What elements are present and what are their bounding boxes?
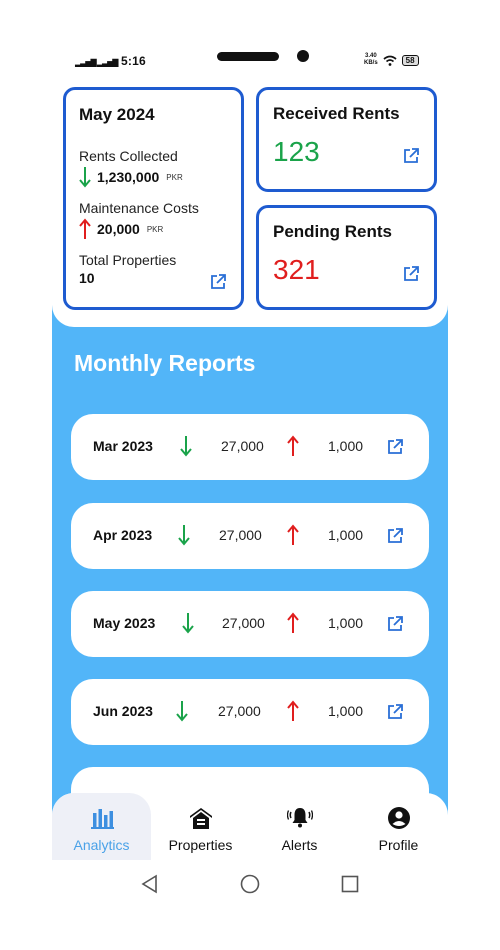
notch [217, 52, 279, 61]
nav-label: Profile [378, 837, 419, 853]
wifi-icon [383, 55, 397, 66]
summary-title: May 2024 [79, 105, 155, 124]
report-income: 27,000 [219, 527, 262, 543]
network-speed: 3.40 KB/s [364, 53, 378, 66]
received-rents-title: Received Rents [273, 104, 400, 123]
pending-rents-title: Pending Rents [273, 222, 393, 241]
report-month: Jun 2023 [93, 703, 153, 719]
status-right: 3.40 KB/s 58 [364, 53, 419, 67]
arrow-up-icon [79, 218, 91, 239]
recents-icon[interactable] [340, 874, 360, 894]
report-month: Mar 2023 [93, 438, 153, 454]
arrow-up-icon [287, 524, 299, 545]
pending-rents-count: 321 [273, 254, 320, 285]
arrow-up-icon [287, 435, 299, 456]
report-row[interactable]: Apr 2023 27,000 1,000 [71, 503, 429, 569]
nav-alerts[interactable]: Alerts [250, 793, 349, 860]
battery-indicator: 58 [401, 54, 419, 66]
user-circle-icon [387, 807, 410, 829]
report-expense: 1,000 [328, 703, 364, 719]
bottom-navigation: Analytics Properties Alerts Profile [52, 793, 448, 860]
status-time: ▂▃▅▇ ▂▃▅▇ 5:16 [75, 54, 146, 68]
status-bar: ▂▃▅▇ ▂▃▅▇ 5:16 3.40 KB/s 58 [0, 0, 500, 80]
bell-icon [286, 808, 313, 828]
report-expense: 1,000 [328, 438, 364, 454]
received-rents-card[interactable]: Received Rents 123 [256, 87, 437, 192]
currency-unit: PKR [146, 224, 164, 234]
open-external-icon[interactable] [386, 438, 404, 456]
total-properties-value: 10 [79, 270, 95, 286]
arrow-down-icon [182, 613, 194, 634]
open-external-icon[interactable] [402, 265, 420, 283]
house-icon [189, 808, 212, 829]
total-properties-label: Total Properties [79, 252, 177, 268]
monthly-summary-card[interactable]: May 2024 Rents Collected 1,230,000 PKR M… [63, 87, 244, 310]
report-expense: 1,000 [328, 615, 364, 631]
arrow-down-icon [178, 525, 190, 546]
maintenance-label: Maintenance Costs [79, 200, 199, 216]
nav-label: Properties [168, 837, 233, 853]
open-external-icon[interactable] [402, 147, 420, 165]
arrow-down-icon [176, 701, 188, 722]
nav-analytics[interactable]: Analytics [52, 793, 151, 860]
rents-collected-value: 1,230,000 [97, 169, 160, 185]
report-income: 27,000 [221, 438, 264, 454]
open-external-icon[interactable] [386, 527, 404, 545]
maintenance-row: 20,000 PKR [79, 218, 228, 240]
open-external-icon[interactable] [386, 615, 404, 633]
rents-collected-row: 1,230,000 PKR [79, 166, 228, 188]
home-icon[interactable] [240, 874, 260, 894]
arrow-up-icon [287, 700, 299, 721]
maintenance-value: 20,000 [97, 221, 140, 237]
report-month: Apr 2023 [93, 527, 153, 543]
report-row[interactable]: Mar 2023 27,000 1,000 [71, 414, 429, 480]
report-income: 27,000 [218, 703, 261, 719]
received-rents-count: 123 [273, 136, 320, 167]
arrow-up-icon [287, 612, 299, 633]
system-navigation-bar [0, 860, 500, 950]
arrow-down-icon [180, 436, 192, 457]
report-expense: 1,000 [328, 527, 364, 543]
nav-label: Analytics [73, 837, 130, 853]
bar-chart-icon [90, 809, 114, 829]
back-icon[interactable] [140, 874, 160, 894]
report-month: May 2023 [93, 615, 156, 631]
report-income: 27,000 [222, 615, 265, 631]
rents-collected-label: Rents Collected [79, 148, 178, 164]
report-row[interactable]: Jun 2023 27,000 1,000 [71, 679, 429, 745]
monthly-reports-title: Monthly Reports [74, 350, 256, 376]
report-row[interactable]: May 2023 27,000 1,000 [71, 591, 429, 657]
nav-label: Alerts [281, 837, 318, 853]
open-external-icon[interactable] [386, 703, 404, 721]
currency-unit: PKR [166, 172, 183, 182]
nav-profile[interactable]: Profile [349, 793, 448, 860]
pending-rents-card[interactable]: Pending Rents 321 [256, 205, 437, 310]
open-external-icon[interactable] [209, 273, 227, 291]
nav-properties[interactable]: Properties [151, 793, 250, 860]
arrow-down-icon [79, 167, 91, 188]
camera-dot [297, 50, 309, 62]
